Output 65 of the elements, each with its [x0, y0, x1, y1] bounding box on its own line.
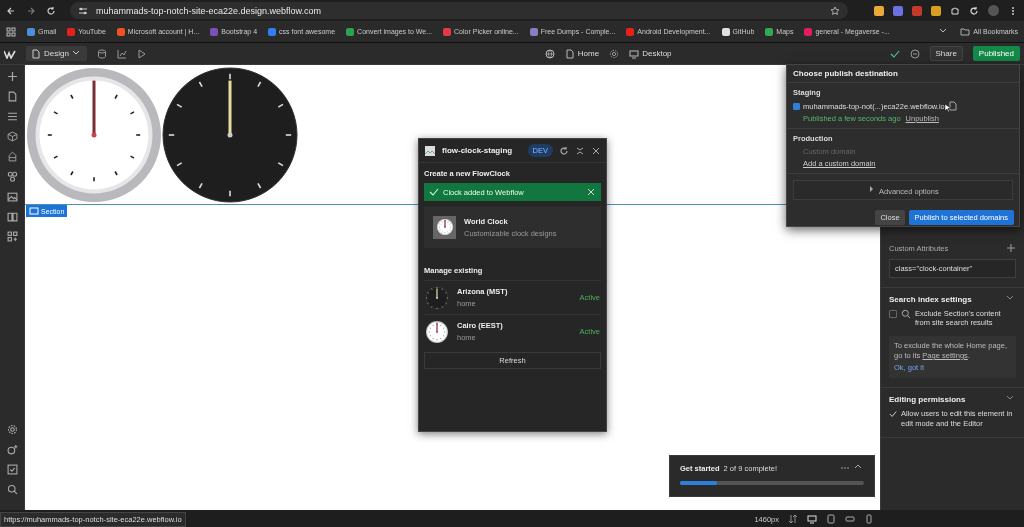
play-icon[interactable]	[136, 48, 147, 59]
chart-icon[interactable]	[116, 48, 127, 59]
share-button[interactable]: Share	[929, 46, 963, 61]
section-icon	[29, 206, 39, 216]
mode-dropdown[interactable]: Design	[26, 46, 87, 61]
landscape-phone-icon[interactable]	[845, 514, 855, 524]
collapse-icon[interactable]	[575, 145, 585, 156]
book-icon[interactable]	[6, 211, 18, 222]
circles-icon[interactable]	[6, 171, 18, 182]
clock-icon	[435, 218, 454, 236]
globe-icon[interactable]	[544, 48, 555, 59]
page-icon	[564, 48, 575, 59]
breakpoint-selector[interactable]: Desktop	[629, 48, 672, 59]
apps-icon[interactable]	[6, 26, 16, 37]
close-icon[interactable]	[591, 145, 601, 156]
url-text: muhammads-top-notch-site-eca22e.design.webflow.com	[96, 5, 322, 16]
add-icon[interactable]	[6, 71, 18, 82]
reload-icon[interactable]	[46, 5, 56, 16]
desktop-icon	[629, 48, 640, 59]
extension-icon[interactable]	[874, 5, 884, 16]
page-selector[interactable]: Home	[564, 48, 600, 59]
checkbox[interactable]	[793, 102, 800, 110]
sparkle-icon[interactable]	[6, 444, 18, 455]
section-heading: Editing permissions	[889, 394, 966, 404]
forward-icon[interactable]	[26, 5, 36, 16]
popup-title: Choose publish destination	[787, 65, 1019, 83]
search-icon[interactable]	[6, 484, 18, 495]
checklist-icon[interactable]	[6, 464, 18, 475]
site-settings-icon[interactable]	[78, 5, 88, 16]
gear-icon[interactable]	[6, 424, 18, 435]
refresh-icon[interactable]	[559, 145, 569, 156]
search-icon	[901, 309, 911, 319]
desktop-icon[interactable]	[807, 514, 817, 524]
copy-icon[interactable]	[947, 101, 958, 111]
star-icon[interactable]	[830, 5, 840, 16]
clock-icon	[425, 285, 449, 310]
address-bar[interactable]: muhammads-top-notch-site-eca22e.design.webflow.com	[70, 2, 848, 19]
clock-icon	[425, 319, 449, 344]
database-icon[interactable]	[96, 48, 107, 59]
tablet-icon[interactable]	[826, 514, 836, 524]
extension-icon[interactable]	[893, 5, 903, 16]
back-icon[interactable]	[6, 5, 16, 16]
logo-icon[interactable]	[4, 48, 16, 59]
image-icon	[424, 144, 436, 157]
extension-icon[interactable]	[931, 5, 941, 16]
reload-icon[interactable]	[969, 5, 979, 16]
folder-icon	[960, 26, 971, 37]
comment-icon[interactable]	[909, 48, 920, 59]
phone-icon[interactable]	[864, 514, 874, 524]
check-icon[interactable]	[889, 48, 900, 59]
checkbox[interactable]	[889, 410, 897, 419]
publish-button[interactable]: Published	[972, 46, 1020, 61]
page-icon[interactable]	[6, 91, 18, 102]
close-icon[interactable]	[586, 187, 596, 197]
add-icon[interactable]	[1006, 243, 1016, 253]
check-icon	[429, 187, 439, 197]
image-icon[interactable]	[6, 191, 18, 202]
navigator-icon[interactable]	[6, 111, 18, 122]
section-heading: Search index settings	[889, 294, 972, 304]
cube-icon[interactable]	[6, 131, 18, 142]
apps-icon[interactable]	[6, 231, 18, 242]
gear-icon[interactable]	[609, 48, 620, 59]
resize-icon[interactable]	[788, 514, 798, 524]
panel-title: flow-clock-staging	[442, 146, 514, 155]
checkbox[interactable]	[889, 310, 897, 318]
